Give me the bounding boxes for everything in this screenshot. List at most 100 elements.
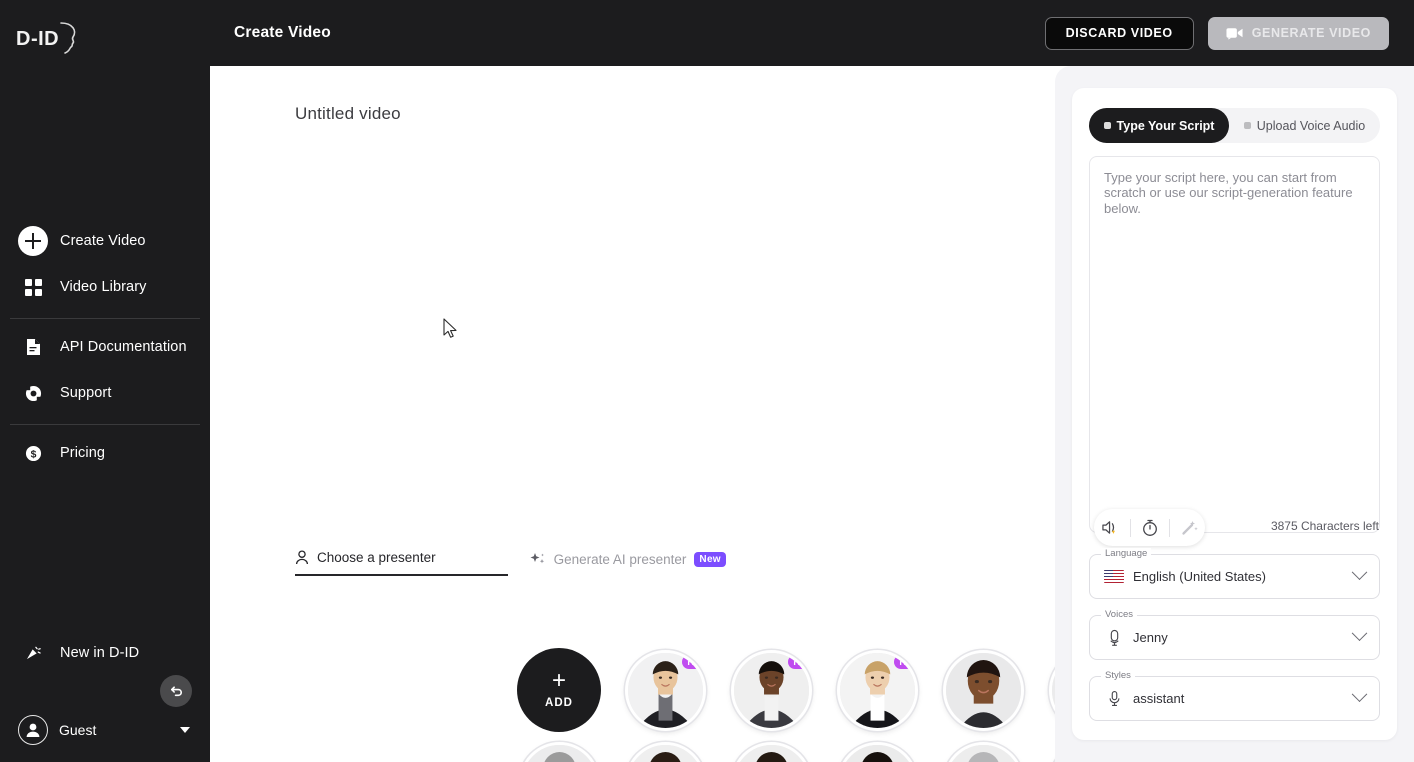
- chevron-down-icon: [1351, 564, 1368, 581]
- presenter-avatar[interactable]: [836, 741, 918, 762]
- field-label: Language: [1101, 548, 1152, 559]
- sidebar-item-label: Pricing: [60, 445, 106, 461]
- field-label: Voices: [1101, 609, 1137, 620]
- magic-wand-icon[interactable]: [1175, 514, 1203, 542]
- sidebar-item-create-video[interactable]: Create Video: [0, 218, 210, 264]
- logo-face-icon: [60, 22, 76, 54]
- status-badge: New: [694, 552, 726, 567]
- chevron-down-icon: [1351, 625, 1368, 642]
- tab-label: Type Your Script: [1116, 118, 1215, 133]
- language-select[interactable]: Language English (United States): [1089, 548, 1380, 599]
- script-placeholder-text: Type your script here, you can start fro…: [1104, 170, 1353, 216]
- add-break-icon[interactable]: [1097, 514, 1125, 542]
- voices-select[interactable]: Voices Jenny: [1089, 609, 1380, 660]
- presenter-face-icon: [839, 744, 915, 762]
- tab-label: Upload Voice Audio: [1256, 118, 1366, 133]
- presenter-cell: [718, 736, 824, 762]
- script-side-panel: Type Your Script Upload Voice Audio Type…: [1055, 66, 1414, 762]
- field-value: English (United States): [1133, 569, 1266, 584]
- user-account-button[interactable]: Guest: [0, 708, 210, 752]
- presenter-cell: [506, 736, 612, 762]
- presenter-cell: [612, 736, 718, 762]
- sidebar-primary-nav: Create Video Video Library: [0, 218, 210, 310]
- main-editor-area: Untitled video Choose a presenter Genera…: [210, 66, 1178, 762]
- microphone-icon: [1104, 690, 1124, 707]
- presenter-avatar[interactable]: [518, 741, 600, 762]
- discard-video-button[interactable]: DISCARD VIDEO: [1044, 16, 1194, 50]
- presenter-avatar[interactable]: HQ: [836, 649, 918, 731]
- sidebar-item-label: API Documentation: [60, 339, 187, 355]
- sidebar-item-pricing[interactable]: $ Pricing: [0, 430, 210, 476]
- presenter-cell: [824, 736, 930, 762]
- sidebar-item-label: New in D-ID: [60, 645, 140, 661]
- tab-generate-ai-presenter[interactable]: Generate AI presenter New: [530, 552, 726, 576]
- avatar: [18, 715, 48, 745]
- did-logo[interactable]: D-ID: [16, 18, 86, 60]
- styles-select[interactable]: Styles assistant: [1089, 670, 1380, 721]
- presenter-cell-add: + ADD: [506, 644, 612, 736]
- sidebar-collapse-button[interactable]: [160, 675, 192, 707]
- us-flag-icon: [1104, 570, 1124, 583]
- field-value: assistant: [1133, 691, 1185, 706]
- voice-person-icon: [1104, 629, 1124, 646]
- presenter-avatar[interactable]: HQ: [730, 649, 812, 731]
- presenter-cell: [930, 736, 1036, 762]
- tab-type-your-script[interactable]: Type Your Script: [1089, 108, 1229, 143]
- character-count-label: 3875 Characters left: [1270, 519, 1379, 533]
- script-card: Type Your Script Upload Voice Audio Type…: [1072, 88, 1397, 740]
- sidebar-item-support[interactable]: Support: [0, 370, 210, 416]
- tab-label: Choose a presenter: [317, 550, 436, 565]
- timer-icon[interactable]: [1136, 514, 1164, 542]
- generate-video-label: GENERATE VIDEO: [1251, 26, 1371, 40]
- toolbar-divider: [1168, 518, 1170, 537]
- presenter-face-icon: [521, 744, 597, 762]
- add-label: ADD: [545, 696, 573, 709]
- hq-badge: HQ: [788, 654, 809, 669]
- megaphone-icon: [16, 636, 50, 670]
- presenter-avatar[interactable]: [730, 741, 812, 762]
- collapse-arrow-icon: [170, 685, 182, 696]
- sidebar-whats-new: New in D-ID: [0, 630, 210, 676]
- generate-video-button[interactable]: GENERATE VIDEO: [1207, 16, 1389, 50]
- tab-choose-a-presenter[interactable]: Choose a presenter: [295, 550, 508, 576]
- presenter-avatar[interactable]: [624, 741, 706, 762]
- document-icon: [16, 330, 50, 364]
- sidebar-tertiary-nav: $ Pricing: [0, 430, 210, 476]
- presenter-avatar[interactable]: HQ: [624, 649, 706, 731]
- header-actions: DISCARD VIDEO GENERATE VIDEO: [1044, 16, 1389, 50]
- plus-icon: +: [551, 666, 566, 694]
- script-dot-icon: [1103, 122, 1111, 129]
- sidebar-item-label: Support: [60, 385, 112, 401]
- chevron-down-icon: [1351, 686, 1368, 703]
- sidebar-item-label: Create Video: [60, 233, 146, 249]
- presenter-avatar[interactable]: [942, 741, 1024, 762]
- sidebar: D-ID Create Video Video Library API Docu…: [0, 0, 210, 762]
- field-value: Jenny: [1133, 630, 1168, 645]
- script-mode-toggle: Type Your Script Upload Voice Audio: [1089, 108, 1380, 143]
- sidebar-secondary-nav: API Documentation Support: [0, 324, 210, 416]
- top-header: Create Video DISCARD VIDEO GENERATE VIDE…: [210, 0, 1414, 66]
- plus-circle-icon: [16, 224, 50, 258]
- video-canvas[interactable]: [210, 66, 1055, 546]
- script-textarea[interactable]: Type your script here, you can start fro…: [1089, 156, 1380, 533]
- presenter-tabs: Choose a presenter Generate AI presenter…: [295, 550, 726, 576]
- svg-text:$: $: [30, 449, 36, 460]
- audio-dot-icon: [1243, 122, 1251, 129]
- tab-upload-voice-audio[interactable]: Upload Voice Audio: [1229, 108, 1380, 143]
- sidebar-item-new-in-did[interactable]: New in D-ID: [0, 630, 210, 676]
- presenter-cell: HQ: [718, 644, 824, 736]
- presenter-avatar[interactable]: [942, 649, 1024, 731]
- presenter-cell: HQ: [824, 644, 930, 736]
- logo-text: D-ID: [16, 27, 60, 50]
- sidebar-item-video-library[interactable]: Video Library: [0, 264, 210, 310]
- field-label: Styles: [1101, 670, 1135, 681]
- presenter-face-icon: [627, 744, 703, 762]
- presenter-cell: [930, 644, 1036, 736]
- sidebar-item-label: Video Library: [60, 279, 147, 295]
- add-presenter-button[interactable]: + ADD: [517, 648, 601, 732]
- page-title: Create Video: [234, 24, 331, 41]
- user-name-label: Guest: [59, 722, 97, 738]
- sidebar-item-api-documentation[interactable]: API Documentation: [0, 324, 210, 370]
- sidebar-divider-1: [10, 318, 200, 319]
- lifebuoy-icon: [16, 376, 50, 410]
